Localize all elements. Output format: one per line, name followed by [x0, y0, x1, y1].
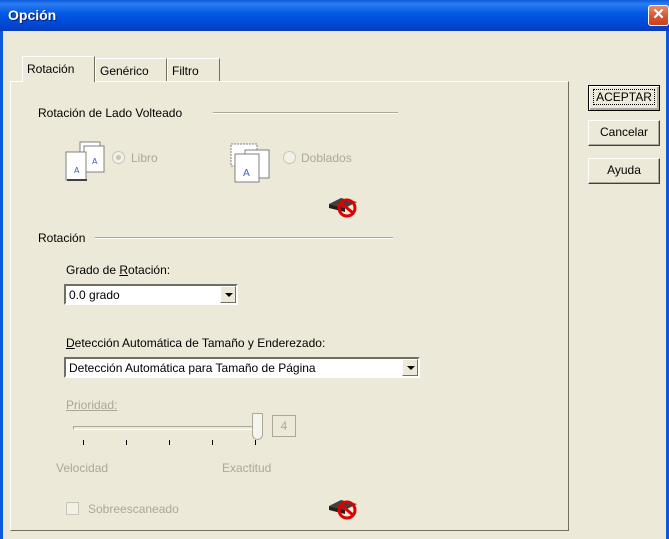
folded-pages-icon: A [230, 143, 270, 183]
tab-label: Rotación [27, 62, 75, 76]
priority-slider-track[interactable] [73, 426, 261, 430]
chevron-down-icon[interactable] [402, 359, 418, 376]
speed-label: Velocidad [56, 461, 109, 475]
radio-libro[interactable] [112, 151, 125, 164]
scanner-not-available-icon [329, 198, 357, 218]
flip-group-title: Rotación de Lado Volteado [38, 106, 183, 120]
slider-tick [169, 440, 170, 445]
degree-select[interactable]: 0.0 grado [64, 284, 238, 305]
priority-slider-thumb[interactable] [252, 413, 263, 440]
degree-label: Grado de Rotación: [66, 263, 171, 277]
overscan-checkbox[interactable] [66, 502, 79, 515]
overscan-label: Sobreescaneado [88, 502, 179, 516]
help-button[interactable]: Ayuda [588, 158, 660, 184]
svg-text:A: A [92, 157, 98, 166]
chevron-down-icon[interactable] [220, 286, 236, 303]
window-title: Opción [8, 7, 57, 23]
slider-tick [255, 440, 256, 445]
window-frame-left [0, 31, 3, 539]
title-bar[interactable]: Opción ✕ [0, 0, 669, 31]
rotation-group-divider [95, 237, 393, 239]
ok-button[interactable]: ACEPTAR [588, 85, 660, 111]
tab-label: Genérico [100, 64, 149, 78]
slider-tick [126, 440, 127, 445]
slider-tick [212, 440, 213, 445]
ok-button-label: ACEPTAR [593, 89, 655, 105]
tab-generico[interactable]: Genérico [95, 58, 167, 82]
close-button[interactable]: ✕ [648, 5, 669, 26]
radio-libro-label: Libro [131, 151, 158, 165]
radio-doblados[interactable] [283, 151, 296, 164]
priority-label: Prioridad: [66, 398, 118, 412]
cancel-button[interactable]: Cancelar [588, 120, 660, 146]
tab-label: Filtro [172, 64, 199, 78]
accuracy-label: Exactitud [222, 461, 272, 475]
svg-text:A: A [74, 166, 80, 175]
cancel-button-label: Cancelar [599, 125, 649, 139]
auto-detect-select-value: Detección Automática para Tamaño de Pági… [69, 361, 316, 375]
scanner-not-available-icon [329, 500, 357, 520]
slider-tick [83, 440, 84, 445]
degree-select-value: 0.0 grado [69, 288, 120, 302]
svg-text:A: A [243, 168, 250, 179]
flip-group-divider [213, 112, 398, 114]
radio-doblados-label: Doblados [301, 151, 352, 165]
tab-filtro[interactable]: Filtro [167, 58, 220, 82]
tab-rotacion[interactable]: Rotación [22, 56, 95, 82]
priority-value: 4 [272, 415, 296, 437]
help-button-label: Ayuda [607, 163, 641, 177]
rotation-group-title: Rotación [38, 231, 86, 245]
book-pages-icon: A A [65, 141, 105, 181]
auto-detect-select[interactable]: Detección Automática para Tamaño de Pági… [64, 357, 420, 378]
auto-detect-label: Detección Automática de Tamaño y Enderez… [66, 336, 326, 350]
close-icon: ✕ [652, 6, 665, 23]
